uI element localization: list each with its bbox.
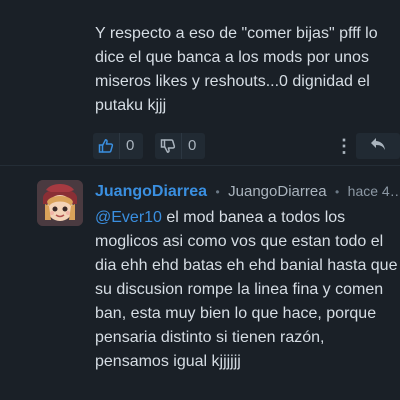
like-button[interactable]: 0 bbox=[93, 133, 144, 159]
comment-text-content: el mod banea a todos los moglicos asi co… bbox=[95, 209, 398, 370]
author-name[interactable]: JuangoDiarrea bbox=[95, 183, 207, 200]
author-handle[interactable]: JuangoDiarrea bbox=[228, 183, 326, 200]
dislike-button[interactable]: 0 bbox=[155, 133, 206, 159]
dislike-count: 0 bbox=[181, 133, 205, 159]
reply-arrow-icon bbox=[370, 137, 386, 156]
more-vertical-icon[interactable]: ⋮ bbox=[335, 133, 353, 159]
timestamp: hace 4… bbox=[347, 183, 400, 199]
header-separator: • bbox=[215, 185, 220, 199]
comment-header: JuangoDiarrea • JuangoDiarrea • hace 4… bbox=[95, 179, 400, 203]
avatar[interactable] bbox=[37, 180, 83, 226]
header-separator: • bbox=[335, 185, 340, 199]
like-count: 0 bbox=[119, 133, 143, 159]
reply-button[interactable] bbox=[356, 133, 400, 159]
post-action-bar: 0 0 ⋮ bbox=[93, 133, 400, 159]
comment-divider bbox=[0, 165, 400, 166]
post-text: Y respecto a eso de "comer bijas" pfff l… bbox=[95, 25, 378, 114]
user-mention[interactable]: @Ever10 bbox=[95, 209, 162, 226]
thumbs-up-icon[interactable] bbox=[93, 133, 119, 159]
thumbs-down-icon[interactable] bbox=[155, 133, 181, 159]
comment-text: @Ever10 el mod banea a todos los moglico… bbox=[95, 206, 398, 374]
